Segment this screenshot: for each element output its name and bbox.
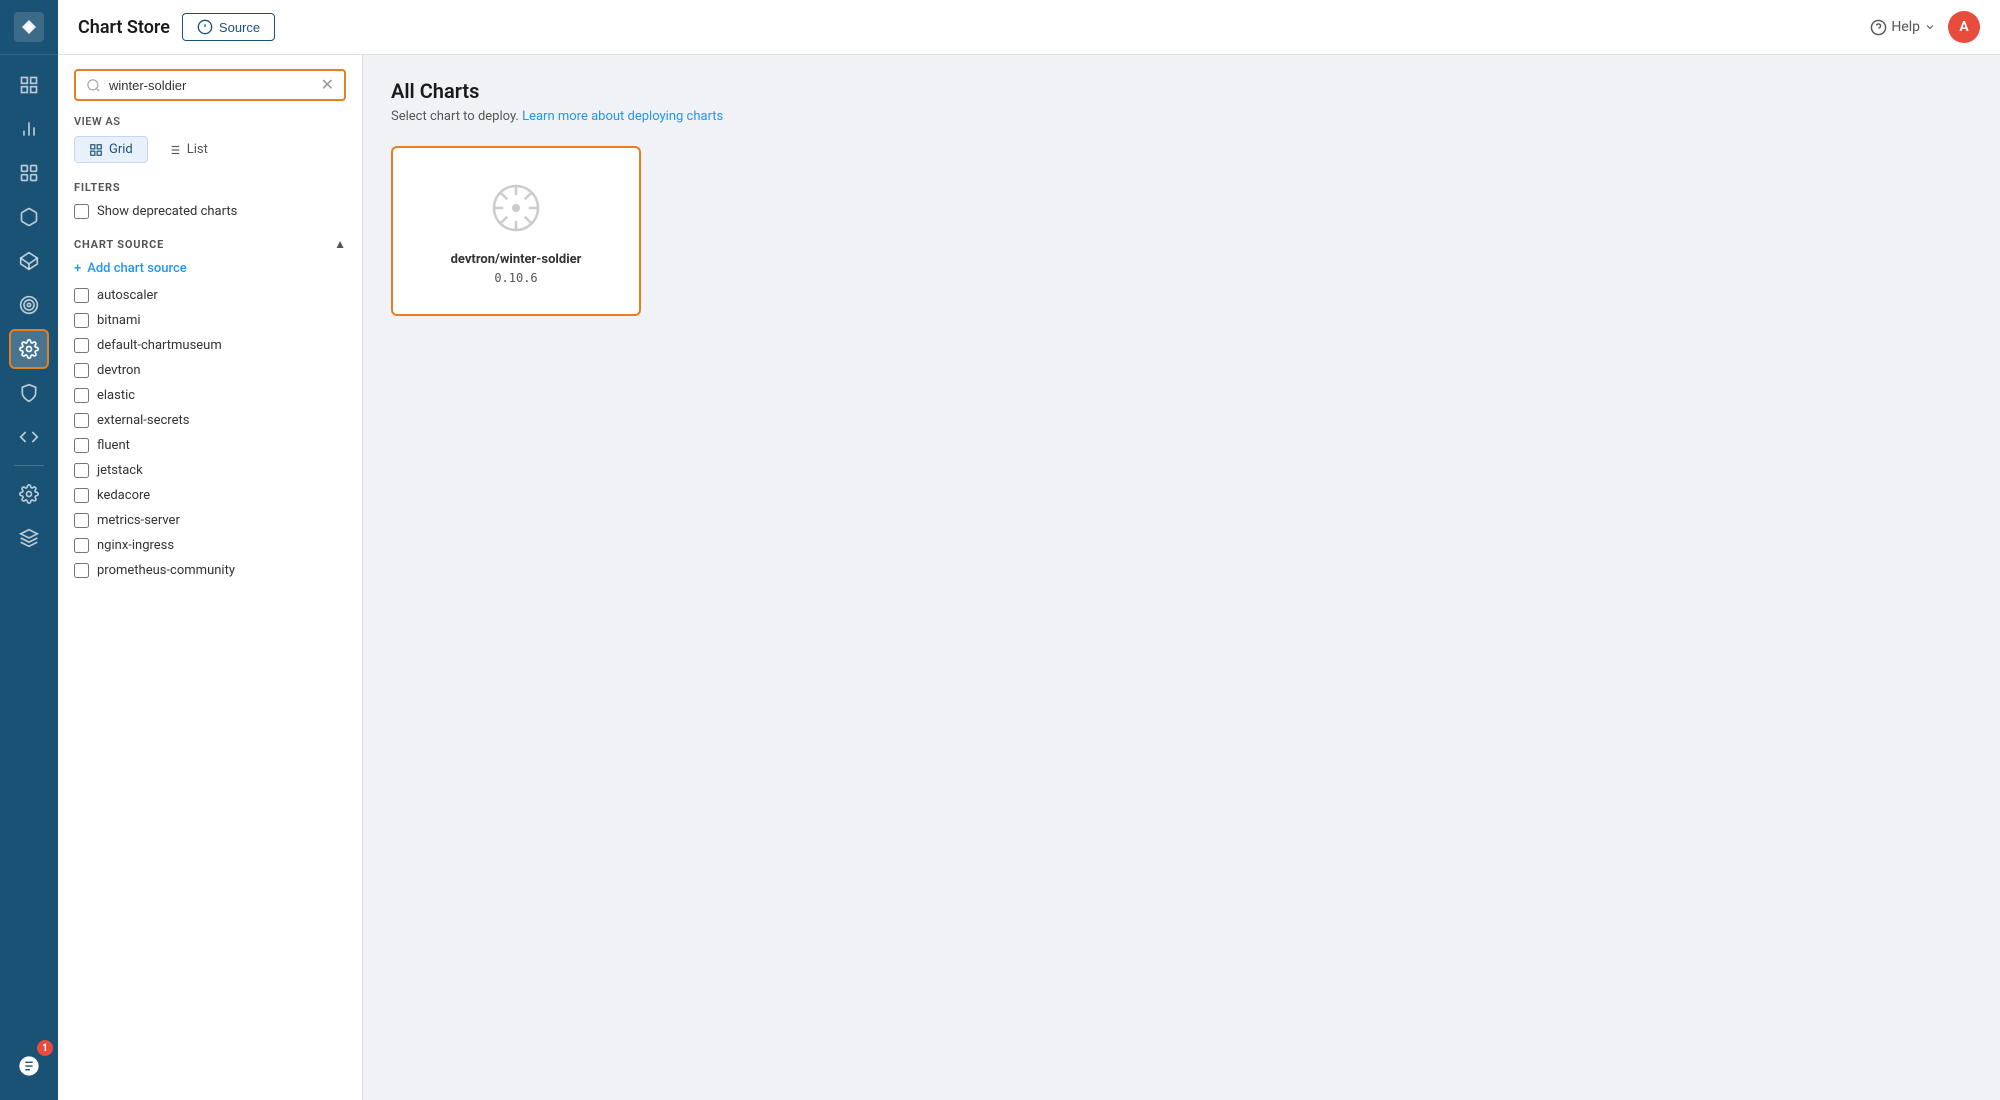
add-source-plus: +	[74, 261, 81, 276]
main-area: Chart Store Source Help A ✕ VIEW AS	[58, 0, 2000, 1100]
source-checkbox[interactable]	[74, 313, 89, 328]
sidebar-icon-settings[interactable]	[9, 329, 49, 369]
sidebar: 1	[0, 0, 58, 1100]
source-item: devtron	[74, 363, 346, 378]
source-label[interactable]: nginx-ingress	[97, 538, 174, 553]
source-button[interactable]: Source	[182, 13, 275, 41]
source-item: jetstack	[74, 463, 346, 478]
source-item: elastic	[74, 388, 346, 403]
grid-view-button[interactable]: Grid	[74, 136, 148, 163]
source-label[interactable]: elastic	[97, 388, 135, 403]
sidebar-icon-dashboard[interactable]	[9, 65, 49, 105]
charts-subtitle-text: Select chart to deploy.	[391, 109, 519, 124]
source-label[interactable]: prometheus-community	[97, 563, 235, 578]
page-title: Chart Store	[78, 17, 170, 38]
source-item: metrics-server	[74, 513, 346, 528]
charts-subtitle: Select chart to deploy. Learn more about…	[391, 109, 1972, 124]
chart-source-title: CHART SOURCE	[74, 238, 164, 251]
search-icon	[86, 78, 101, 93]
source-label[interactable]: external-secrets	[97, 413, 189, 428]
help-label: Help	[1891, 19, 1920, 35]
source-checkbox[interactable]	[74, 388, 89, 403]
source-checkbox[interactable]	[74, 363, 89, 378]
source-checkbox[interactable]	[74, 438, 89, 453]
chart-author: devtron/	[451, 252, 500, 267]
sidebar-logo[interactable]	[0, 0, 58, 55]
source-checkbox[interactable]	[74, 513, 89, 528]
content-area: ✕ VIEW AS Grid List FILTERS Show depreca…	[58, 55, 2000, 1100]
sidebar-icon-shield[interactable]	[9, 373, 49, 413]
learn-more-link[interactable]: Learn more about deploying charts	[522, 109, 723, 124]
deprecated-checkbox[interactable]	[74, 204, 89, 219]
source-label[interactable]: devtron	[97, 363, 141, 378]
source-checkbox[interactable]	[74, 463, 89, 478]
source-item: prometheus-community	[74, 563, 346, 578]
notification-badge: 1	[37, 1040, 53, 1056]
sidebar-icons-list	[0, 55, 58, 1044]
left-panel: ✕ VIEW AS Grid List FILTERS Show depreca…	[58, 55, 363, 1100]
avatar[interactable]: A	[1948, 11, 1980, 43]
source-item: bitnami	[74, 313, 346, 328]
chart-card-version: 0.10.6	[494, 271, 537, 285]
chart-title: winter-soldier	[500, 252, 582, 267]
source-checkbox[interactable]	[74, 488, 89, 503]
source-label[interactable]: fluent	[97, 438, 130, 453]
filters-label: FILTERS	[74, 181, 346, 194]
source-item: nginx-ingress	[74, 538, 346, 553]
chart-card-name: devtron/winter-soldier	[451, 252, 582, 267]
source-item: kedacore	[74, 488, 346, 503]
topbar: Chart Store Source Help A	[58, 0, 2000, 55]
search-box: ✕	[74, 69, 346, 101]
source-item: autoscaler	[74, 288, 346, 303]
chart-source-header: CHART SOURCE ▲	[74, 237, 346, 251]
source-label[interactable]: autoscaler	[97, 288, 158, 303]
charts-grid: devtron/winter-soldier 0.10.6	[391, 146, 1972, 316]
source-button-label: Source	[219, 20, 260, 35]
source-checkbox[interactable]	[74, 288, 89, 303]
sidebar-icon-apps[interactable]	[9, 153, 49, 193]
sidebar-icon-layers[interactable]	[9, 518, 49, 558]
add-chart-source-button[interactable]: + Add chart source	[74, 261, 346, 276]
grid-view-label: Grid	[109, 142, 133, 157]
list-view-button[interactable]: List	[152, 136, 223, 163]
source-list: autoscaler bitnami default-chartmuseum d…	[74, 288, 346, 588]
chart-source-collapse[interactable]: ▲	[334, 237, 346, 251]
sidebar-icon-chart[interactable]	[9, 109, 49, 149]
source-item: default-chartmuseum	[74, 338, 346, 353]
filter-deprecated: Show deprecated charts	[74, 204, 346, 219]
source-label[interactable]: default-chartmuseum	[97, 338, 222, 353]
add-source-label: Add chart source	[87, 261, 187, 276]
deprecated-label[interactable]: Show deprecated charts	[97, 204, 237, 219]
source-label[interactable]: kedacore	[97, 488, 150, 503]
sidebar-icon-cube[interactable]	[9, 197, 49, 237]
search-input[interactable]	[109, 78, 313, 93]
source-checkbox[interactable]	[74, 538, 89, 553]
source-checkbox[interactable]	[74, 413, 89, 428]
main-chart-area: All Charts Select chart to deploy. Learn…	[363, 55, 2000, 1100]
sidebar-bottom: 1	[9, 1044, 49, 1100]
source-item: external-secrets	[74, 413, 346, 428]
help-button[interactable]: Help	[1870, 19, 1936, 36]
source-checkbox[interactable]	[74, 338, 89, 353]
sidebar-icon-package[interactable]	[9, 241, 49, 281]
source-item: fluent	[74, 438, 346, 453]
source-label[interactable]: metrics-server	[97, 513, 180, 528]
topbar-right: Help A	[1870, 11, 1980, 43]
sidebar-icon-gear2[interactable]	[9, 474, 49, 514]
chart-card-icon	[486, 178, 546, 238]
source-checkbox[interactable]	[74, 563, 89, 578]
all-charts-title: All Charts	[391, 79, 1972, 103]
search-clear-button[interactable]: ✕	[321, 77, 334, 93]
view-as-label: VIEW AS	[74, 115, 346, 128]
chat-icon-wrapper: 1	[9, 1044, 49, 1088]
view-toggle: Grid List	[74, 136, 346, 163]
sidebar-divider	[14, 465, 44, 466]
source-label[interactable]: bitnami	[97, 313, 141, 328]
sidebar-icon-target[interactable]	[9, 285, 49, 325]
list-view-label: List	[187, 142, 208, 157]
source-label[interactable]: jetstack	[97, 463, 143, 478]
chart-card-winter-soldier[interactable]: devtron/winter-soldier 0.10.6	[391, 146, 641, 316]
sidebar-icon-code[interactable]	[9, 417, 49, 457]
